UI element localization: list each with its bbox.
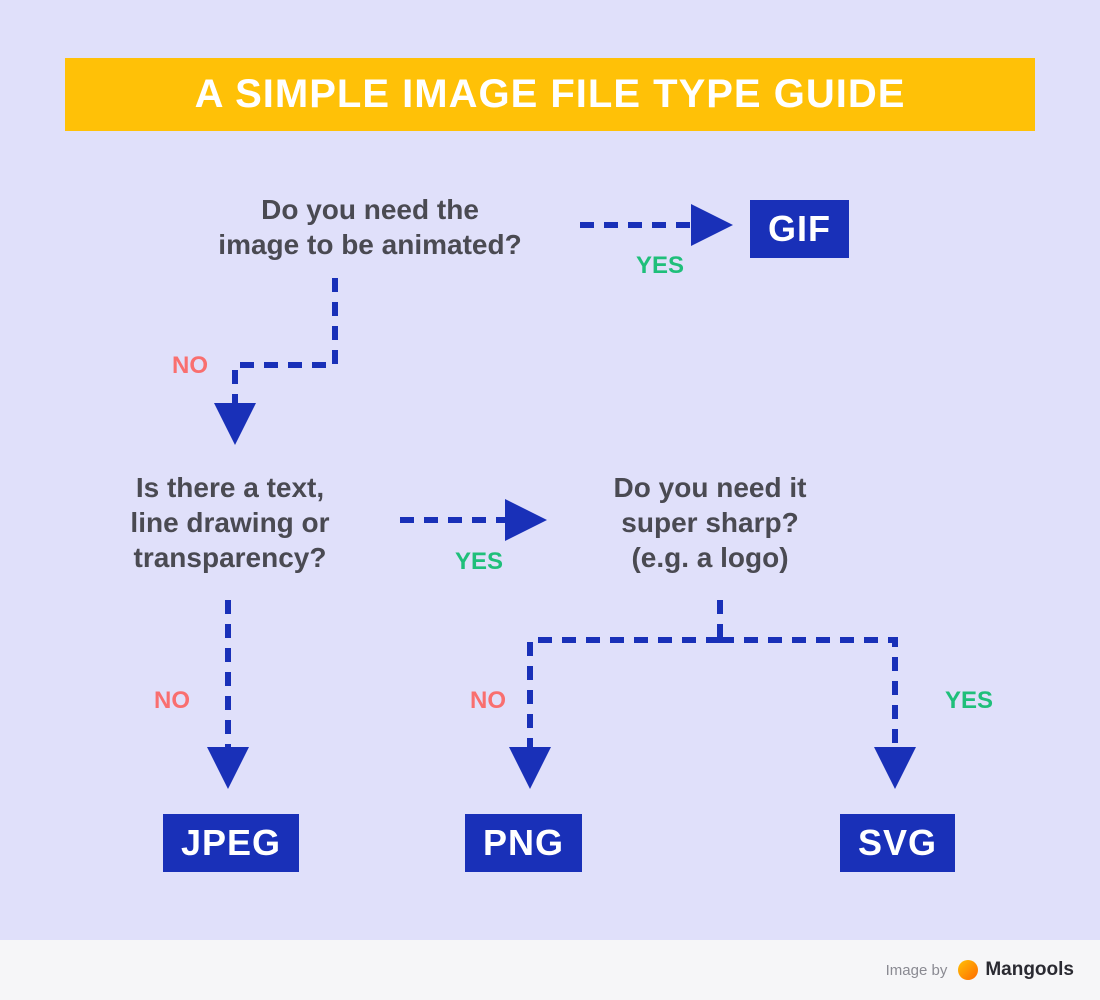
- q2-line3: transparency?: [134, 542, 327, 573]
- q1-line2: image to be animated?: [218, 229, 521, 260]
- page-title: A SIMPLE IMAGE FILE TYPE GUIDE: [65, 58, 1035, 131]
- label-yes-1: YES: [636, 252, 684, 280]
- footer-logo: Mangools: [957, 959, 1074, 981]
- q2-line2: line drawing or: [130, 507, 329, 538]
- mangools-icon: [957, 959, 979, 981]
- result-png: PNG: [465, 814, 582, 872]
- q3-line2: super sharp?: [621, 507, 798, 538]
- q1-line1: Do you need the: [261, 194, 479, 225]
- q2-line1: Is there a text,: [136, 472, 324, 503]
- label-no-1: NO: [172, 352, 208, 380]
- question-animated: Do you need the image to be animated?: [195, 192, 545, 262]
- result-gif: GIF: [750, 200, 849, 258]
- question-text-transparency: Is there a text, line drawing or transpa…: [90, 470, 370, 575]
- label-no-2: NO: [154, 687, 190, 715]
- result-jpeg: JPEG: [163, 814, 299, 872]
- footer: Image by Mangools: [0, 940, 1100, 1000]
- label-no-3: NO: [470, 687, 506, 715]
- label-yes-3: YES: [945, 687, 993, 715]
- q3-line1: Do you need it: [614, 472, 807, 503]
- question-sharp: Do you need it super sharp? (e.g. a logo…: [570, 470, 850, 575]
- result-svg: SVG: [840, 814, 955, 872]
- footer-brand: Mangools: [985, 959, 1074, 981]
- footer-credit: Image by: [886, 962, 948, 979]
- flowchart-canvas: A SIMPLE IMAGE FILE TYPE GUIDE Do you ne…: [0, 0, 1100, 940]
- label-yes-2: YES: [455, 548, 503, 576]
- q3-line3: (e.g. a logo): [631, 542, 788, 573]
